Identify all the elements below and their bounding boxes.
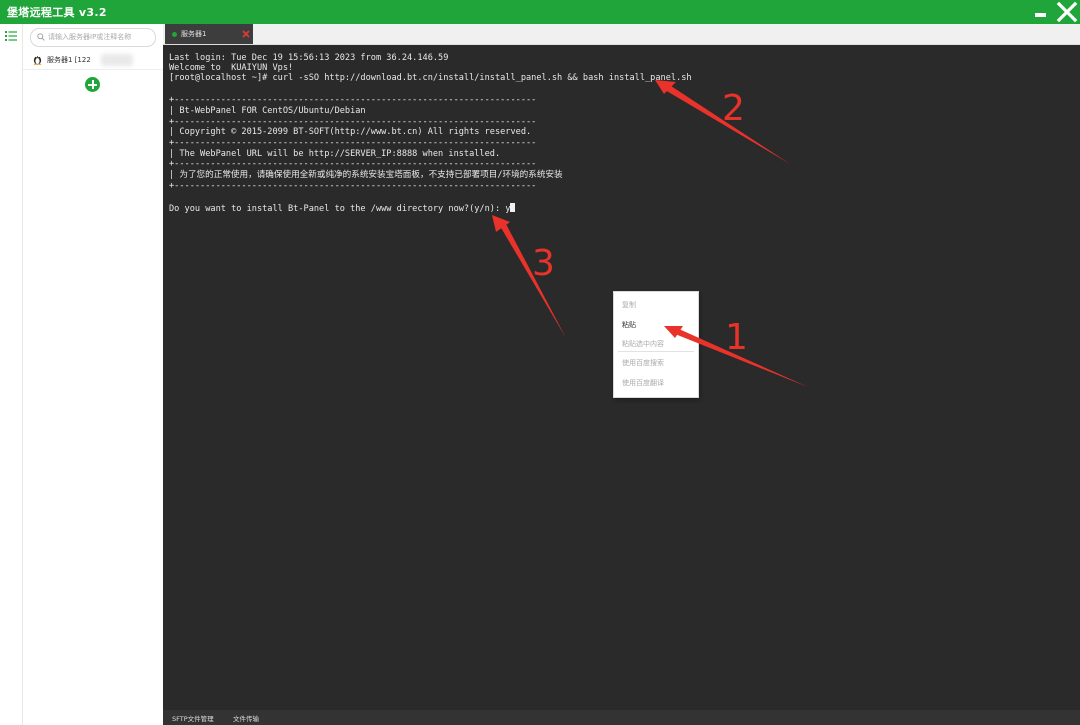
add-server-button[interactable] (85, 77, 100, 92)
terminal-line: +---------------------------------------… (169, 95, 537, 105)
close-icon (1056, 1, 1078, 23)
terminal-line: Last login: Tue Dec 19 15:56:13 2023 fro… (169, 53, 449, 63)
linux-penguin-icon (33, 55, 42, 65)
menu-item-label: 粘贴 (622, 321, 636, 329)
server-name: 服务器1 [122 (47, 56, 91, 64)
terminal-line: | Copyright © 2015-2099 BT-SOFT(http://w… (169, 127, 532, 137)
terminal-line: +---------------------------------------… (169, 181, 537, 191)
menu-item-label: 使用百度搜索 (622, 359, 664, 367)
terminal-prompt-line: Do you want to install Bt-Panel to the /… (169, 203, 516, 214)
context-menu: 复制 粘贴 粘贴选中内容 使用百度搜索 使用百度翻译 (613, 291, 699, 398)
search-input[interactable] (48, 30, 148, 44)
minimize-button[interactable] (1033, 3, 1049, 21)
menu-item-paste-selection[interactable]: 粘贴选中内容 (614, 335, 698, 351)
tab-sftp[interactable]: SFTP文件管理 (172, 713, 214, 723)
server-search[interactable] (30, 28, 156, 47)
left-rail (0, 24, 23, 725)
app-title: 堡塔远程工具 v3.2 (7, 6, 107, 19)
minimize-icon (1035, 13, 1046, 17)
session-tab-bar: 服务器1 (163, 24, 1080, 45)
server-list-item[interactable]: 服务器1 [122 (23, 51, 163, 70)
title-bar[interactable]: 堡塔远程工具 v3.2 (0, 0, 1080, 24)
tab-file-transfer[interactable]: 文件传输 (233, 713, 259, 723)
terminal-line: | 为了您的正常使用，请确保使用全新或纯净的系统安装宝塔面板，不支持已部署项目/… (169, 170, 563, 180)
terminal-line: Welcome to KUAIYUN Vps! (169, 63, 294, 73)
terminal-line: | The WebPanel URL will be http://SERVER… (169, 149, 501, 159)
blurred-ip (101, 54, 133, 66)
menu-item-baidu-search[interactable]: 使用百度搜索 (614, 354, 698, 370)
terminal-line: +---------------------------------------… (169, 138, 537, 148)
menu-item-paste[interactable]: 粘贴 (614, 316, 698, 332)
terminal-line: [root@localhost ~]# curl -sSO http://dow… (169, 73, 692, 83)
terminal-line: +---------------------------------------… (169, 159, 537, 169)
menu-item-label: 使用百度翻译 (622, 379, 664, 387)
terminal-cursor (510, 203, 516, 212)
close-window-button[interactable] (1056, 1, 1078, 23)
terminal-line: +---------------------------------------… (169, 117, 537, 127)
annotation-number-3: 3 (532, 243, 555, 284)
bottom-bar: SFTP文件管理 文件传输 (163, 710, 1080, 725)
menu-item-baidu-translate[interactable]: 使用百度翻译 (614, 374, 698, 390)
menu-item-label: 复制 (622, 301, 636, 309)
menu-item-label: 粘贴选中内容 (622, 340, 664, 348)
server-sidebar: 服务器1 [122 (23, 24, 163, 725)
tab-server1[interactable]: 服务器1 (165, 24, 253, 44)
annotation-number-2: 2 (722, 88, 745, 129)
menu-divider (618, 351, 694, 352)
tab-label: 服务器1 (181, 30, 207, 38)
connected-status-icon (172, 32, 177, 37)
terminal-line: | Bt-WebPanel FOR CentOS/Ubuntu/Debian (169, 106, 366, 116)
server-list-icon[interactable] (5, 31, 17, 41)
tab-close-icon[interactable] (241, 29, 251, 39)
annotation-number-1: 1 (725, 317, 748, 358)
menu-item-copy[interactable]: 复制 (614, 296, 698, 312)
search-icon (37, 33, 45, 41)
terminal-line: Do you want to install Bt-Panel to the /… (169, 204, 511, 214)
